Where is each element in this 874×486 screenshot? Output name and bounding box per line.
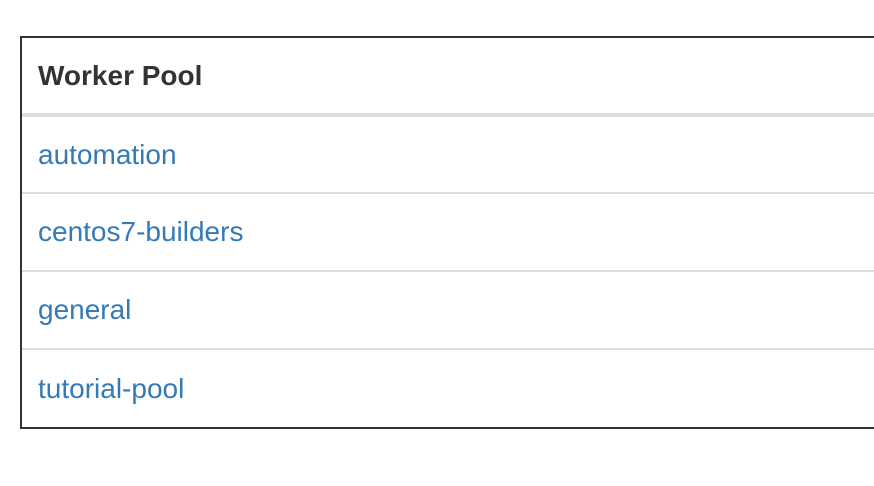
table-row: centos7-builders: [22, 193, 874, 272]
worker-pool-table: Worker Pool automation centos7-builders …: [20, 36, 874, 429]
worker-pool-link-general[interactable]: general: [38, 294, 131, 325]
worker-pool-link-automation[interactable]: automation: [38, 139, 177, 170]
table-cell: tutorial-pool: [22, 349, 874, 427]
table-cell: centos7-builders: [22, 193, 874, 272]
table-row: automation: [22, 115, 874, 194]
worker-pool-link-centos7-builders[interactable]: centos7-builders: [38, 216, 243, 247]
table-cell: automation: [22, 115, 874, 194]
column-header-worker-pool: Worker Pool: [22, 38, 874, 117]
table-cell: general: [22, 271, 874, 350]
table-row: general: [22, 271, 874, 350]
worker-pool-link-tutorial-pool[interactable]: tutorial-pool: [38, 373, 184, 404]
table-row: tutorial-pool: [22, 349, 874, 427]
table-header-row: Worker Pool: [22, 38, 874, 117]
